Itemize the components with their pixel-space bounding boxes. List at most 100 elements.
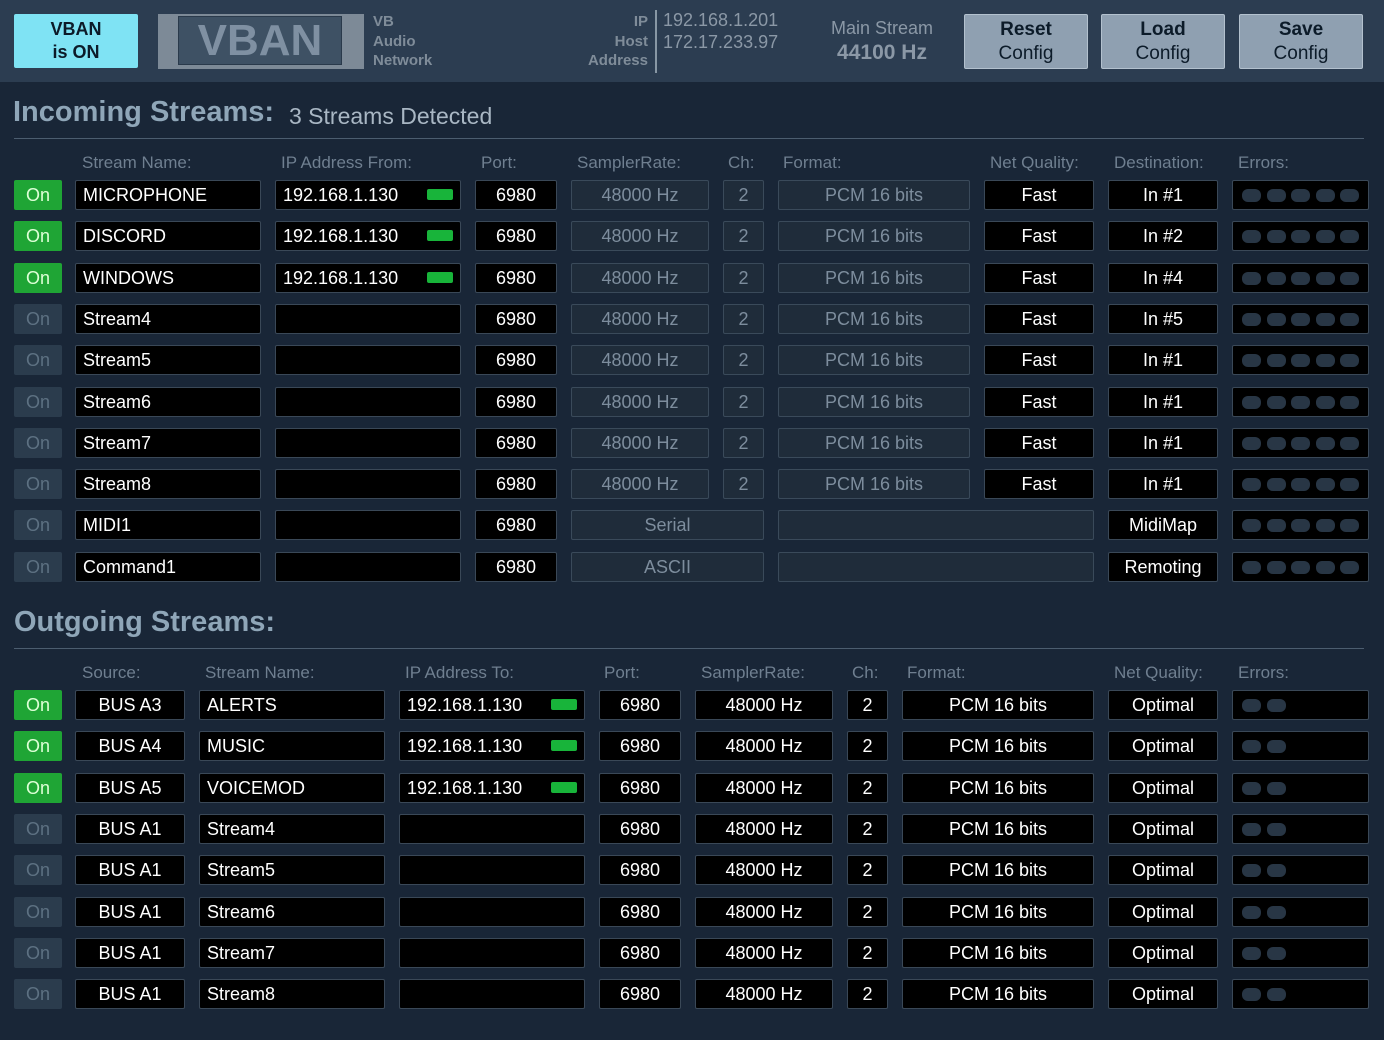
channels-field[interactable]: 2 (723, 180, 764, 210)
destination-field[interactable]: In #5 (1108, 303, 1218, 334)
net-quality-field[interactable]: Fast (984, 262, 1094, 293)
net-quality-field[interactable]: Fast (984, 180, 1094, 210)
ip-to-field[interactable] (399, 813, 585, 844)
sample-rate-field[interactable]: 48000 Hz (571, 303, 709, 334)
net-quality-field[interactable]: Optimal (1108, 979, 1218, 1010)
stream-on-toggle[interactable]: On (14, 469, 62, 500)
stream-mode-field[interactable]: Serial (571, 510, 764, 541)
port-field[interactable]: 6980 (599, 731, 681, 762)
net-quality-field[interactable]: Fast (984, 345, 1094, 376)
stream-on-toggle[interactable]: On (14, 855, 62, 886)
port-field[interactable]: 6980 (599, 855, 681, 886)
net-quality-field[interactable]: Optimal (1108, 772, 1218, 803)
format-field[interactable] (778, 510, 1094, 541)
source-bus-field[interactable]: BUS A1 (75, 979, 185, 1010)
destination-field[interactable]: In #1 (1108, 180, 1218, 210)
net-quality-field[interactable]: Optimal (1108, 731, 1218, 762)
source-bus-field[interactable]: BUS A1 (75, 937, 185, 968)
channels-field[interactable]: 2 (847, 813, 888, 844)
stream-on-toggle[interactable]: On (14, 386, 62, 417)
port-field[interactable]: 6980 (475, 386, 557, 417)
net-quality-field[interactable]: Optimal (1108, 937, 1218, 968)
port-field[interactable]: 6980 (599, 979, 681, 1010)
sample-rate-field[interactable]: 48000 Hz (571, 386, 709, 417)
ip-to-field[interactable] (399, 855, 585, 886)
stream-on-toggle[interactable]: On (14, 731, 62, 762)
format-field[interactable]: PCM 16 bits (778, 221, 970, 252)
source-bus-field[interactable]: BUS A1 (75, 813, 185, 844)
format-field[interactable] (778, 551, 1094, 582)
stream-on-toggle[interactable]: On (14, 303, 62, 334)
destination-field[interactable]: In #1 (1108, 469, 1218, 500)
port-field[interactable]: 6980 (599, 813, 681, 844)
source-bus-field[interactable]: BUS A4 (75, 731, 185, 762)
stream-name-field[interactable]: Stream5 (199, 855, 385, 886)
sample-rate-field[interactable]: 48000 Hz (695, 731, 833, 762)
sample-rate-field[interactable]: 48000 Hz (695, 937, 833, 968)
port-field[interactable]: 6980 (599, 896, 681, 927)
port-field[interactable]: 6980 (475, 180, 557, 210)
source-bus-field[interactable]: BUS A5 (75, 772, 185, 803)
stream-name-field[interactable]: Stream8 (199, 979, 385, 1010)
ip-from-field[interactable] (275, 386, 461, 417)
channels-field[interactable]: 2 (847, 731, 888, 762)
ip-from-field[interactable] (275, 303, 461, 334)
format-field[interactable]: PCM 16 bits (902, 731, 1094, 762)
stream-name-field[interactable]: Stream8 (75, 469, 261, 500)
stream-name-field[interactable]: MICROPHONE (75, 180, 261, 210)
stream-on-toggle[interactable]: On (14, 690, 62, 720)
source-bus-field[interactable]: BUS A1 (75, 896, 185, 927)
net-quality-field[interactable]: Fast (984, 386, 1094, 417)
reset-config-button[interactable]: Reset Config (964, 14, 1088, 69)
port-field[interactable]: 6980 (475, 262, 557, 293)
stream-name-field[interactable]: DISCORD (75, 221, 261, 252)
ip-from-field[interactable] (275, 427, 461, 458)
ip-from-field[interactable] (275, 551, 461, 582)
port-field[interactable]: 6980 (599, 937, 681, 968)
net-quality-field[interactable]: Optimal (1108, 896, 1218, 927)
stream-name-field[interactable]: ALERTS (199, 690, 385, 720)
sample-rate-field[interactable]: 48000 Hz (695, 979, 833, 1010)
channels-field[interactable]: 2 (723, 427, 764, 458)
sample-rate-field[interactable]: 48000 Hz (571, 221, 709, 252)
save-config-button[interactable]: Save Config (1239, 14, 1363, 69)
sample-rate-field[interactable]: 48000 Hz (571, 345, 709, 376)
channels-field[interactable]: 2 (847, 772, 888, 803)
stream-name-field[interactable]: MUSIC (199, 731, 385, 762)
stream-on-toggle[interactable]: On (14, 937, 62, 968)
stream-name-field[interactable]: Stream6 (75, 386, 261, 417)
stream-mode-field[interactable]: ASCII (571, 551, 764, 582)
format-field[interactable]: PCM 16 bits (902, 937, 1094, 968)
port-field[interactable]: 6980 (475, 510, 557, 541)
format-field[interactable]: PCM 16 bits (778, 345, 970, 376)
channels-field[interactable]: 2 (847, 937, 888, 968)
format-field[interactable]: PCM 16 bits (778, 303, 970, 334)
destination-field[interactable]: In #1 (1108, 386, 1218, 417)
net-quality-field[interactable]: Optimal (1108, 855, 1218, 886)
sample-rate-field[interactable]: 48000 Hz (571, 180, 709, 210)
stream-name-field[interactable]: Stream4 (75, 303, 261, 334)
stream-name-field[interactable]: VOICEMOD (199, 772, 385, 803)
port-field[interactable]: 6980 (599, 772, 681, 803)
format-field[interactable]: PCM 16 bits (778, 469, 970, 500)
net-quality-field[interactable]: Fast (984, 427, 1094, 458)
stream-on-toggle[interactable]: On (14, 896, 62, 927)
destination-field[interactable]: MidiMap (1108, 510, 1218, 541)
sample-rate-field[interactable]: 48000 Hz (571, 469, 709, 500)
format-field[interactable]: PCM 16 bits (778, 427, 970, 458)
vban-status-button[interactable]: VBAN is ON (14, 14, 138, 68)
format-field[interactable]: PCM 16 bits (902, 813, 1094, 844)
port-field[interactable]: 6980 (475, 469, 557, 500)
net-quality-field[interactable]: Optimal (1108, 813, 1218, 844)
source-bus-field[interactable]: BUS A3 (75, 690, 185, 720)
port-field[interactable]: 6980 (599, 690, 681, 720)
ip-from-field[interactable] (275, 345, 461, 376)
stream-on-toggle[interactable]: On (14, 813, 62, 844)
stream-name-field[interactable]: WINDOWS (75, 262, 261, 293)
channels-field[interactable]: 2 (723, 262, 764, 293)
stream-on-toggle[interactable]: On (14, 551, 62, 582)
destination-field[interactable]: In #1 (1108, 427, 1218, 458)
port-field[interactable]: 6980 (475, 551, 557, 582)
stream-on-toggle[interactable]: On (14, 510, 62, 541)
channels-field[interactable]: 2 (847, 855, 888, 886)
